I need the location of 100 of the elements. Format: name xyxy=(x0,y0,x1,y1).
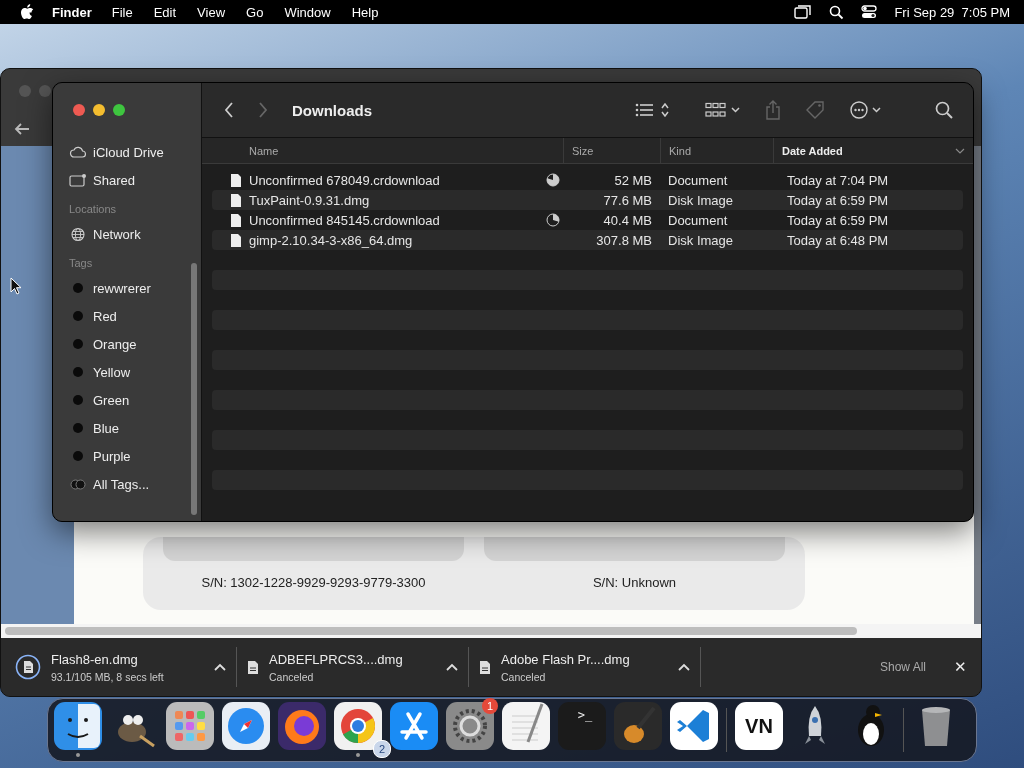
notification-badge: 1 xyxy=(482,698,498,714)
tag-dot-icon xyxy=(73,451,83,461)
forward-chevron-icon[interactable] xyxy=(258,102,268,118)
app-icon[interactable] xyxy=(54,702,102,750)
sidebar-item[interactable]: Network xyxy=(69,220,201,248)
document-icon xyxy=(230,172,242,188)
file-size: 77.6 MB xyxy=(603,192,652,208)
column-header[interactable]: Date Added xyxy=(773,138,973,163)
search-icon[interactable] xyxy=(935,101,953,119)
sidebar-item[interactable]: All Tags... xyxy=(69,470,201,498)
scrollbar-thumb[interactable] xyxy=(5,627,857,635)
file-row[interactable]: Unconfirmed 845145.crdownload 40.4 MB Document Today at 6:59 PM xyxy=(212,210,963,230)
sidebar-item[interactable]: Green xyxy=(69,386,201,414)
document-icon xyxy=(230,192,242,208)
sort-chevron-icon xyxy=(955,147,965,154)
back-chevron-icon[interactable] xyxy=(224,102,234,118)
file-row[interactable]: Unconfirmed 678049.crdownload 52 MB Document Today at 7:04 PM xyxy=(212,170,963,190)
download-file-name: ADBEFLPRCS3....dmg xyxy=(269,651,404,667)
sidebar-item[interactable]: rewwrerer xyxy=(69,274,201,302)
zoom-window-button[interactable] xyxy=(113,104,125,116)
document-icon xyxy=(230,232,242,248)
column-header[interactable]: Size xyxy=(563,138,660,163)
sidebar-item[interactable]: Purple xyxy=(69,442,201,470)
file-date-added: Today at 6:59 PM xyxy=(787,212,889,228)
sidebar-item[interactable]: Red xyxy=(69,302,201,330)
chevron-up-icon[interactable] xyxy=(214,663,226,671)
search-icon[interactable] xyxy=(829,4,845,20)
back-arrow-icon[interactable] xyxy=(13,122,31,136)
download-item[interactable]: Flash8-en.dmg 93.1/105 MB, 8 secs left xyxy=(15,647,237,687)
app-icon[interactable] xyxy=(446,702,494,750)
download-item[interactable]: ADBEFLPRCS3....dmg Canceled xyxy=(247,647,469,687)
show-all-link[interactable]: Show All xyxy=(879,660,926,674)
cloud-icon xyxy=(69,146,87,158)
menu-item[interactable]: Go xyxy=(246,4,264,20)
tag-dot-icon xyxy=(73,423,83,433)
tag-icon[interactable] xyxy=(805,100,825,120)
menu-item[interactable]: View xyxy=(197,4,226,20)
sidebar-item[interactable]: Yellow xyxy=(69,358,201,386)
file-row[interactable]: TuxPaint-0.9.31.dmg 77.6 MB Disk Image Today at 6:59 PM xyxy=(212,190,963,210)
menu-item[interactable]: Help xyxy=(351,4,379,20)
app-icon[interactable] xyxy=(166,702,214,750)
sidebar-item[interactable]: iCloud Drive xyxy=(69,138,201,166)
sidebar-section-heading: Tags xyxy=(69,257,94,271)
download-file-name: Flash8-en.dmg xyxy=(51,651,139,667)
download-file-name: Adobe Flash Pr....dmg xyxy=(501,651,631,667)
file-name: gimp-2.10.34-3-x86_64.dmg xyxy=(249,232,413,248)
file-date-added: Today at 6:48 PM xyxy=(787,232,889,248)
sidebar-item[interactable]: Orange xyxy=(69,330,201,358)
control-center-icon[interactable] xyxy=(861,5,878,19)
file-size: 307.8 MB xyxy=(596,232,652,248)
download-item[interactable]: Adobe Flash Pr....dmg Canceled xyxy=(479,647,701,687)
app-icon[interactable]: VN xyxy=(735,702,783,750)
minimize-window-button[interactable] xyxy=(93,104,105,116)
file-kind: Document xyxy=(668,212,728,228)
file-icon xyxy=(247,659,259,675)
tag-dot-icon xyxy=(73,367,83,377)
group-view-icon[interactable] xyxy=(705,102,741,118)
sidebar-item[interactable]: Blue xyxy=(69,414,201,442)
file-date-added: Today at 7:04 PM xyxy=(787,172,889,188)
column-header[interactable]: Kind xyxy=(660,138,773,163)
download-status: Canceled xyxy=(501,670,547,683)
vertical-scrollbar[interactable] xyxy=(974,146,981,624)
download-status: Canceled xyxy=(269,670,315,683)
app-icon[interactable] xyxy=(614,702,662,750)
globe-icon xyxy=(69,226,87,242)
app-icon[interactable] xyxy=(222,702,270,750)
menu-item[interactable]: File xyxy=(111,4,133,20)
chevron-up-icon[interactable] xyxy=(446,663,458,671)
column-header[interactable]: Name xyxy=(202,138,563,163)
close-window-button[interactable] xyxy=(73,104,85,116)
file-row[interactable]: gimp-2.10.34-3-x86_64.dmg 307.8 MB Disk Image Today at 6:48 PM xyxy=(212,230,963,250)
notification-badge: 2 xyxy=(373,740,391,758)
apple-logo-icon[interactable] xyxy=(20,4,34,20)
mouse-pointer-icon xyxy=(10,277,22,295)
sidebar-item[interactable]: Shared xyxy=(69,166,201,194)
download-progress-icon xyxy=(15,654,41,680)
file-size: 40.4 MB xyxy=(603,212,652,228)
file-name: Unconfirmed 845145.crdownload xyxy=(249,212,440,228)
file-kind: Document xyxy=(668,172,728,188)
windows-icon[interactable] xyxy=(794,5,813,19)
file-name: TuxPaint-0.9.31.dmg xyxy=(249,192,370,208)
app-icon[interactable]: >_ xyxy=(558,702,606,750)
close-button[interactable]: ✕ xyxy=(950,656,971,678)
app-icon[interactable] xyxy=(670,702,718,750)
sidebar-scrollbar-thumb[interactable] xyxy=(191,263,197,515)
tag-dot-icon xyxy=(73,395,83,405)
file-icon xyxy=(479,659,491,675)
tag-dot-icon xyxy=(73,339,83,349)
app-icon[interactable] xyxy=(502,702,550,750)
menu-item[interactable]: Window xyxy=(284,4,331,20)
chevron-up-icon[interactable] xyxy=(678,663,690,671)
menu-bar-clock[interactable]: Fri Sep 29 7:05 PM xyxy=(894,4,1010,20)
window-title: Downloads xyxy=(292,101,372,119)
app-icon[interactable] xyxy=(390,702,438,750)
app-menu[interactable]: Finder xyxy=(52,4,92,20)
app-icon[interactable] xyxy=(278,702,326,750)
list-view-icon[interactable] xyxy=(635,102,669,118)
more-actions-icon[interactable] xyxy=(849,100,881,120)
download-progress-pie xyxy=(546,213,560,227)
menu-item[interactable]: Edit xyxy=(153,4,177,20)
